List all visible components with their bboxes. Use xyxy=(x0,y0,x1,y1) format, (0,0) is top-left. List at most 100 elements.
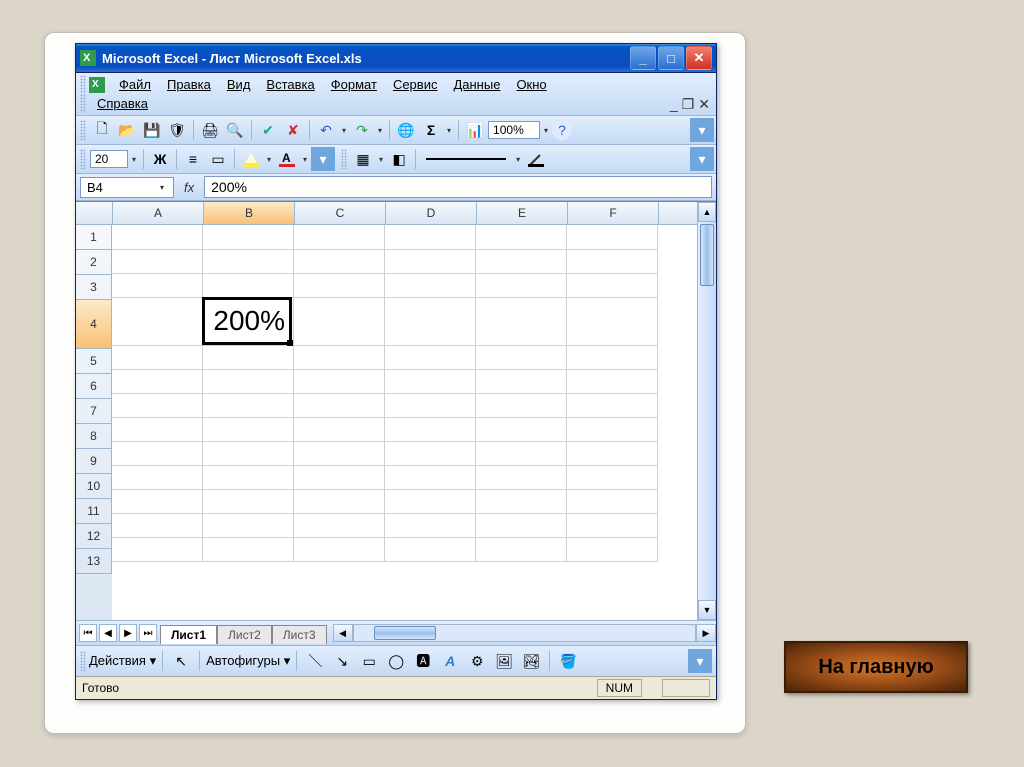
fx-icon[interactable]: fx xyxy=(178,180,200,195)
toolbar-options-icon[interactable]: ▾ xyxy=(690,118,714,142)
menu-data[interactable]: Данные xyxy=(445,75,508,94)
row-header[interactable]: 7 xyxy=(76,399,112,424)
dropdown-icon[interactable]: ▾ xyxy=(375,126,385,135)
cells-area[interactable]: 200% xyxy=(112,225,697,620)
active-cell[interactable]: 200% xyxy=(202,297,292,345)
toolbar-options-icon[interactable]: ▾ xyxy=(690,147,714,171)
dropdown-icon[interactable]: ▾ xyxy=(541,126,551,135)
research-icon[interactable]: ✘ xyxy=(281,118,305,142)
dropdown-icon[interactable]: ▾ xyxy=(376,155,386,164)
toolbar-options-icon[interactable]: ▾ xyxy=(311,147,335,171)
fill-color-icon[interactable] xyxy=(239,147,263,171)
row-header[interactable]: 10 xyxy=(76,474,112,499)
sheet-tab-1[interactable]: Лист1 xyxy=(160,625,217,644)
col-header-d[interactable]: D xyxy=(386,202,477,224)
menu-file[interactable]: Файл xyxy=(111,75,159,94)
redo-icon[interactable]: ↷ xyxy=(350,118,374,142)
menu-help[interactable]: Справка xyxy=(89,94,156,113)
formula-bar[interactable]: 200% xyxy=(204,176,712,198)
scroll-up-icon[interactable]: ▲ xyxy=(698,202,716,222)
actions-menu[interactable]: Действия ▾ xyxy=(89,653,156,669)
menu-edit[interactable]: Правка xyxy=(159,75,219,94)
row-header[interactable]: 6 xyxy=(76,374,112,399)
home-button[interactable]: На главную xyxy=(784,641,968,693)
font-color-icon[interactable]: A xyxy=(275,147,299,171)
help-icon[interactable]: ? xyxy=(552,120,572,140)
tab-last-icon[interactable]: ⏭ xyxy=(139,624,157,642)
merge-icon[interactable]: ▭ xyxy=(206,147,230,171)
rectangle-icon[interactable]: ▭ xyxy=(357,649,381,673)
save-icon[interactable]: 💾 xyxy=(140,118,164,142)
dropdown-icon[interactable]: ▾ xyxy=(129,155,139,164)
sheet-tab-2[interactable]: Лист2 xyxy=(217,625,272,644)
row-header[interactable]: 13 xyxy=(76,549,112,574)
doc-close[interactable]: ✕ xyxy=(698,96,710,113)
row-header[interactable]: 5 xyxy=(76,349,112,374)
row-header[interactable]: 8 xyxy=(76,424,112,449)
menu-format[interactable]: Формат xyxy=(323,75,385,94)
row-header[interactable]: 3 xyxy=(76,275,112,300)
dropdown-icon[interactable]: ▾ xyxy=(444,126,454,135)
row-header[interactable]: 1 xyxy=(76,225,112,250)
close-button[interactable]: ✕ xyxy=(686,46,712,70)
picture-icon[interactable]: 🏞 xyxy=(519,649,543,673)
new-icon[interactable]: 🗋 xyxy=(90,118,114,142)
textbox-icon[interactable]: 🅰 xyxy=(411,649,435,673)
toolbar-options-icon[interactable]: ▾ xyxy=(688,649,712,673)
col-header-e[interactable]: E xyxy=(477,202,568,224)
scroll-thumb[interactable] xyxy=(374,626,436,640)
row-header[interactable]: 2 xyxy=(76,250,112,275)
dropdown-icon[interactable]: ▾ xyxy=(513,155,523,164)
chevron-down-icon[interactable]: ▾ xyxy=(157,183,167,192)
line-color-icon[interactable] xyxy=(524,147,548,171)
zoom-box[interactable]: 100% xyxy=(488,121,540,139)
fontsize-box[interactable]: 20 xyxy=(90,150,128,168)
vertical-scrollbar[interactable]: ▲ ▼ xyxy=(697,202,716,620)
bold-icon[interactable]: Ж xyxy=(148,147,172,171)
name-box[interactable]: B4▾ xyxy=(80,177,174,198)
dropdown-icon[interactable]: ▾ xyxy=(300,155,310,164)
maximize-button[interactable]: □ xyxy=(658,46,684,70)
menu-insert[interactable]: Вставка xyxy=(258,75,322,94)
menu-tools[interactable]: Сервис xyxy=(385,75,446,94)
col-header-c[interactable]: C xyxy=(295,202,386,224)
scroll-left-icon[interactable]: ◀ xyxy=(333,624,353,642)
print-icon[interactable]: 🖨 xyxy=(198,118,222,142)
print-preview-icon[interactable]: 🔍 xyxy=(223,118,247,142)
dropdown-icon[interactable]: ▾ xyxy=(339,126,349,135)
row-header[interactable]: 4 xyxy=(76,300,112,349)
spelling-icon[interactable]: ✔ xyxy=(256,118,280,142)
doc-minimize[interactable]: _ xyxy=(670,96,678,113)
minimize-button[interactable]: _ xyxy=(630,46,656,70)
col-header-a[interactable]: A xyxy=(113,202,204,224)
tab-first-icon[interactable]: ⏮ xyxy=(79,624,97,642)
undo-icon[interactable]: ↶ xyxy=(314,118,338,142)
horizontal-scrollbar[interactable]: ◀ ▶ xyxy=(333,624,716,642)
fill-icon[interactable]: 🪣 xyxy=(556,649,580,673)
row-header[interactable]: 11 xyxy=(76,499,112,524)
autoshapes-menu[interactable]: Автофигуры ▾ xyxy=(206,653,290,669)
select-arrow-icon[interactable]: ↖ xyxy=(169,649,193,673)
sheet-tab-3[interactable]: Лист3 xyxy=(272,625,327,644)
tab-next-icon[interactable]: ▶ xyxy=(119,624,137,642)
menu-view[interactable]: Вид xyxy=(219,75,259,94)
eraser-icon[interactable]: ◧ xyxy=(387,147,411,171)
diagram-icon[interactable]: ⚙ xyxy=(465,649,489,673)
line-icon[interactable]: ＼ xyxy=(303,649,327,673)
scroll-right-icon[interactable]: ▶ xyxy=(696,624,716,642)
select-all-corner[interactable] xyxy=(76,202,113,224)
scroll-thumb[interactable] xyxy=(700,224,714,286)
chart-icon[interactable]: 📊 xyxy=(463,118,487,142)
clipart-icon[interactable]: 🖼 xyxy=(492,649,516,673)
permission-icon[interactable]: 🛡 xyxy=(165,118,189,142)
doc-restore[interactable]: ❐ xyxy=(682,96,695,113)
col-header-f[interactable]: F xyxy=(568,202,659,224)
borders-icon[interactable]: ▦ xyxy=(351,147,375,171)
arrow-icon[interactable]: ↘ xyxy=(330,649,354,673)
tab-prev-icon[interactable]: ◀ xyxy=(99,624,117,642)
row-header[interactable]: 9 xyxy=(76,449,112,474)
col-header-b[interactable]: B xyxy=(204,202,295,224)
wordart-icon[interactable]: A xyxy=(438,649,462,673)
scroll-down-icon[interactable]: ▼ xyxy=(698,600,716,620)
row-header[interactable]: 12 xyxy=(76,524,112,549)
